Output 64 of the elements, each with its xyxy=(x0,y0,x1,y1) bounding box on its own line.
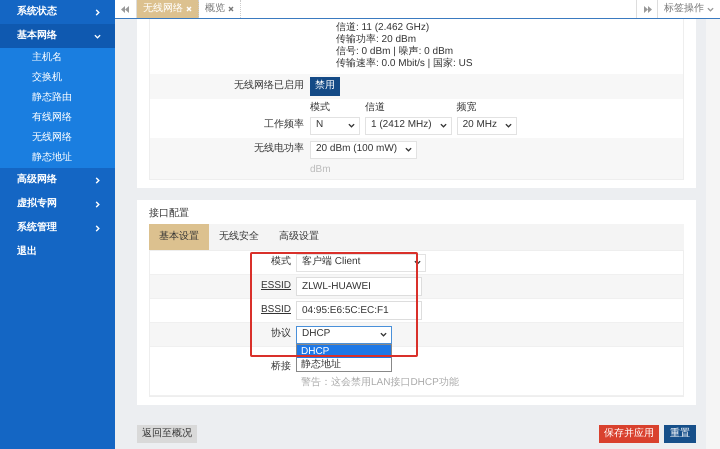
warning-text: 警告：这会禁用LAN接口DHCP功能 xyxy=(301,376,459,390)
field-caption: 模式 xyxy=(310,102,331,114)
tab-actions-menu[interactable]: 标签操作 xyxy=(658,0,720,18)
sidebar-subitem[interactable]: 静态路由 xyxy=(0,88,115,108)
status-text: 信号: 0 dBm | 噪声: 0 dBm xyxy=(336,46,454,58)
chevron-down-icon xyxy=(505,122,512,129)
text-field[interactable]: ZLWL-HUAWEI xyxy=(296,277,422,296)
select-field[interactable]: 客户端 Client xyxy=(296,254,426,272)
sidebar-item[interactable]: 高级网络 xyxy=(0,168,115,192)
scrollbar[interactable] xyxy=(706,19,720,449)
chevron-down-icon xyxy=(440,122,447,129)
save-apply-button[interactable]: 保存并应用 xyxy=(599,424,659,443)
unit-hint: dBm xyxy=(310,162,331,176)
chevron-down-icon xyxy=(380,331,387,338)
settings-tab[interactable]: 基本设置 xyxy=(149,224,209,250)
sidebar-subitem[interactable]: 静态地址 xyxy=(0,148,115,168)
select-field[interactable]: 20 MHz xyxy=(456,116,518,134)
field-caption: 频宽 xyxy=(456,102,478,114)
select-field[interactable]: N xyxy=(310,116,360,134)
field-label: 无线网络已启用 xyxy=(233,80,305,92)
chevron-right-icon xyxy=(94,224,101,232)
close-icon[interactable] xyxy=(228,6,234,12)
field-label: 协议 xyxy=(271,328,291,340)
sidebar-item[interactable]: 退出 xyxy=(0,240,115,264)
sidebar-item[interactable]: 基本网络 xyxy=(0,24,115,48)
double-left-arrow-icon[interactable] xyxy=(121,6,130,12)
field-label: ESSID xyxy=(260,280,291,292)
chevron-right-icon xyxy=(94,8,101,16)
field-label: BSSID xyxy=(260,304,291,316)
status-text: 信道: 11 (2.462 GHz) xyxy=(336,22,430,34)
text-field[interactable]: 04:95:E6:5C:EC:F1 xyxy=(296,301,422,320)
chevron-down-icon xyxy=(348,122,355,129)
chevron-right-icon xyxy=(94,176,101,184)
field-label: 工作频率 xyxy=(263,119,305,132)
sidebar-item[interactable]: 系统状态 xyxy=(0,0,115,24)
status-text: 传输功率: 20 dBm xyxy=(336,34,418,46)
field-label: 模式 xyxy=(271,256,291,268)
page-tab[interactable]: 概览 xyxy=(199,0,241,18)
select-field[interactable]: 20 dBm (100 mW) xyxy=(310,140,418,158)
select-field[interactable]: 1 (2412 MHz) xyxy=(365,116,452,134)
field-label: 无线电功率 xyxy=(253,143,305,156)
field-label: 桥接 xyxy=(271,361,291,372)
reset-button[interactable]: 重置 xyxy=(664,424,696,443)
settings-tab[interactable]: 无线安全 xyxy=(209,224,269,250)
settings-tab[interactable]: 高级设置 xyxy=(269,224,329,250)
double-right-arrow-icon[interactable] xyxy=(642,6,652,12)
sidebar-subitem[interactable]: 无线网络 xyxy=(0,128,115,148)
chevron-down-icon xyxy=(405,146,412,153)
chevron-down-icon xyxy=(707,6,714,12)
sidebar-subitem[interactable]: 有线网络 xyxy=(0,108,115,128)
field-caption: 信道 xyxy=(365,102,386,114)
sidebar-subitem[interactable]: 交换机 xyxy=(0,68,115,88)
disable-button[interactable]: 禁用 xyxy=(310,77,340,96)
status-text: 传输速率: 0.0 Mbit/s | 国家: US xyxy=(336,58,474,70)
sidebar-item[interactable]: 虚拟专网 xyxy=(0,192,115,216)
sidebar-subitem[interactable]: 主机名 xyxy=(0,48,115,68)
back-button[interactable]: 返回至概况 xyxy=(137,424,197,443)
chevron-down-icon xyxy=(94,32,101,40)
dropdown-option[interactable]: 静态地址 xyxy=(297,358,391,370)
section-title: 接口配置 xyxy=(149,208,190,220)
chevron-down-icon xyxy=(414,259,421,266)
chevron-right-icon xyxy=(94,200,101,208)
sidebar-item[interactable]: 系统管理 xyxy=(0,216,115,240)
select-field[interactable]: DHCP xyxy=(296,326,392,344)
